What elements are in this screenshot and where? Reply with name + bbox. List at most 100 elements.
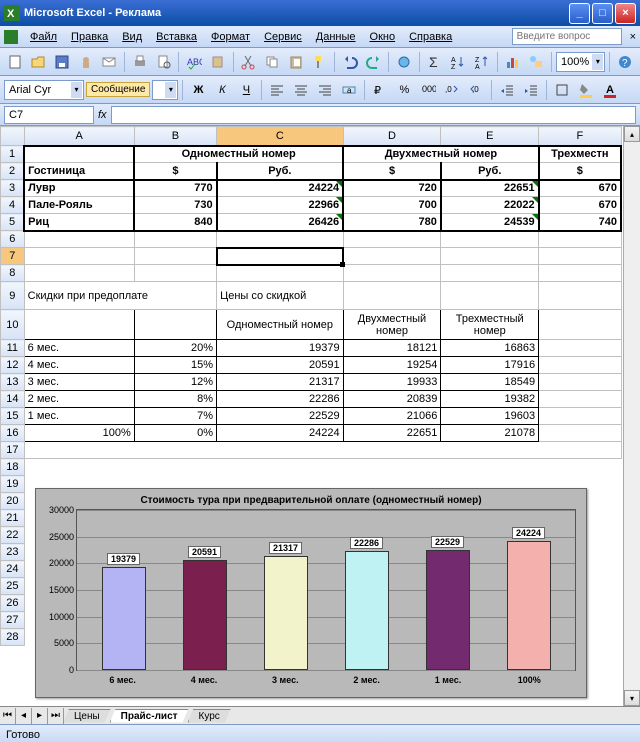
preview-icon[interactable] [153, 51, 175, 73]
tab-last-icon[interactable]: ⏭ [48, 708, 64, 724]
formula-input[interactable] [111, 106, 636, 124]
mail-icon[interactable] [99, 51, 121, 73]
menu-tools[interactable]: Сервис [258, 29, 308, 45]
svg-text:Z: Z [451, 64, 456, 70]
embedded-chart[interactable]: Стоимость тура при предварительной оплат… [35, 488, 587, 698]
spelling-icon[interactable]: ABC [183, 51, 205, 73]
menu-data[interactable]: Данные [310, 29, 362, 45]
inc-indent-icon[interactable] [520, 79, 542, 101]
dec-indent-icon[interactable] [496, 79, 518, 101]
svg-text:A: A [475, 64, 480, 70]
autosum-icon[interactable]: Σ [424, 51, 446, 73]
borders-icon[interactable] [551, 79, 573, 101]
zoom-combo[interactable]: 100%▾ [556, 52, 605, 72]
fx-label[interactable]: fx [98, 109, 107, 121]
tab-prices[interactable]: Цены [63, 709, 111, 723]
sheet-tab-bar: ⏮ ◂ ▸ ⏭ Цены Прайс-лист Курс [0, 706, 640, 724]
fill-color-icon[interactable] [575, 79, 597, 101]
col-C[interactable]: C [217, 127, 344, 146]
svg-text:000: 000 [422, 84, 436, 94]
sort-asc-icon[interactable]: AZ [448, 51, 470, 73]
svg-text:A: A [606, 84, 614, 96]
save-icon[interactable] [51, 51, 73, 73]
open-icon[interactable] [28, 51, 50, 73]
paste-icon[interactable] [285, 51, 307, 73]
font-combo[interactable]: Arial Cyr▾ [4, 80, 84, 100]
tab-first-icon[interactable]: ⏮ [0, 708, 16, 724]
chart-title: Стоимость тура при предварительной оплат… [36, 489, 586, 509]
menu-insert[interactable]: Вставка [150, 29, 203, 45]
help-icon[interactable]: ? [614, 51, 636, 73]
close-button[interactable]: × [615, 3, 636, 24]
bold-icon[interactable]: Ж [187, 79, 209, 101]
toolbar-formatting: Arial Cyr▾ Сообщение ▾ Ж К Ч a ₽ % 000 ,… [0, 76, 640, 104]
svg-text:₽: ₽ [374, 85, 381, 97]
percent-icon[interactable]: % [393, 79, 415, 101]
new-icon[interactable] [4, 51, 26, 73]
worksheet-area[interactable]: A B C D E F 1Одноместный номерДвухместны… [0, 126, 640, 706]
align-right-icon[interactable] [314, 79, 336, 101]
scroll-up-icon[interactable]: ▴ [624, 126, 640, 142]
menu-format[interactable]: Формат [205, 29, 256, 45]
formula-bar: C7 fx [0, 104, 640, 126]
menu-edit[interactable]: Правка [65, 29, 114, 45]
svg-text:Σ: Σ [429, 54, 438, 70]
align-center-icon[interactable] [290, 79, 312, 101]
tab-prev-icon[interactable]: ◂ [16, 708, 32, 724]
redo-icon[interactable] [363, 51, 385, 73]
svg-text:X: X [7, 8, 15, 20]
currency-icon[interactable]: ₽ [369, 79, 391, 101]
excel-icon: X [4, 5, 20, 21]
chart-wizard-icon[interactable] [502, 51, 524, 73]
menu-file[interactable]: Файл [24, 29, 63, 45]
print-icon[interactable] [129, 51, 151, 73]
inc-decimal-icon[interactable]: ,0 [441, 79, 463, 101]
col-B[interactable]: B [134, 127, 216, 146]
workbook-icon[interactable] [4, 30, 18, 44]
minimize-button[interactable]: _ [569, 3, 590, 24]
col-A[interactable]: A [24, 127, 134, 146]
menu-help[interactable]: Справка [403, 29, 458, 45]
svg-text:A: A [451, 57, 456, 64]
hyperlink-icon[interactable] [393, 51, 415, 73]
help-search[interactable] [512, 28, 622, 45]
scroll-down-icon[interactable]: ▾ [624, 690, 640, 706]
undo-icon[interactable] [339, 51, 361, 73]
dec-decimal-icon[interactable]: ,0 [465, 79, 487, 101]
menu-view[interactable]: Вид [116, 29, 148, 45]
comma-icon[interactable]: 000 [417, 79, 439, 101]
font-color-icon[interactable]: A [599, 79, 621, 101]
merge-icon[interactable]: a [338, 79, 360, 101]
toolbar-standard: ABC Σ AZ ZA 100%▾ ? [0, 48, 640, 76]
maximize-button[interactable]: □ [592, 3, 613, 24]
permission-icon[interactable] [75, 51, 97, 73]
active-cell [217, 248, 344, 265]
italic-icon[interactable]: К [211, 79, 233, 101]
name-box[interactable]: C7 [4, 106, 94, 124]
app-name: Microsoft Excel [24, 7, 105, 19]
underline-icon[interactable]: Ч [235, 79, 257, 101]
svg-text:,0: ,0 [445, 85, 452, 94]
menu-window[interactable]: Окно [364, 29, 402, 45]
size-combo[interactable]: ▾ [152, 80, 178, 100]
vertical-scrollbar[interactable]: ▴ ▾ [623, 126, 640, 706]
cut-icon[interactable] [238, 51, 260, 73]
align-left-icon[interactable] [266, 79, 288, 101]
svg-text:?: ? [622, 58, 628, 69]
close-workbook-button[interactable]: × [630, 31, 636, 43]
select-all[interactable] [1, 127, 25, 146]
col-D[interactable]: D [343, 127, 441, 146]
copy-icon[interactable] [261, 51, 283, 73]
tab-rate[interactable]: Курс [188, 709, 231, 723]
status-bar: Готово [0, 724, 640, 742]
research-icon[interactable] [207, 51, 229, 73]
chart-x-labels: 6 мес.4 мес.3 мес.2 мес.1 мес.100% [76, 675, 576, 685]
format-painter-icon[interactable] [308, 51, 330, 73]
col-E[interactable]: E [441, 127, 539, 146]
message-tag[interactable]: Сообщение [86, 82, 150, 97]
sort-desc-icon[interactable]: ZA [471, 51, 493, 73]
drawing-icon[interactable] [525, 51, 547, 73]
col-F[interactable]: F [539, 127, 621, 146]
tab-pricelist[interactable]: Прайс-лист [110, 709, 189, 723]
tab-next-icon[interactable]: ▸ [32, 708, 48, 724]
